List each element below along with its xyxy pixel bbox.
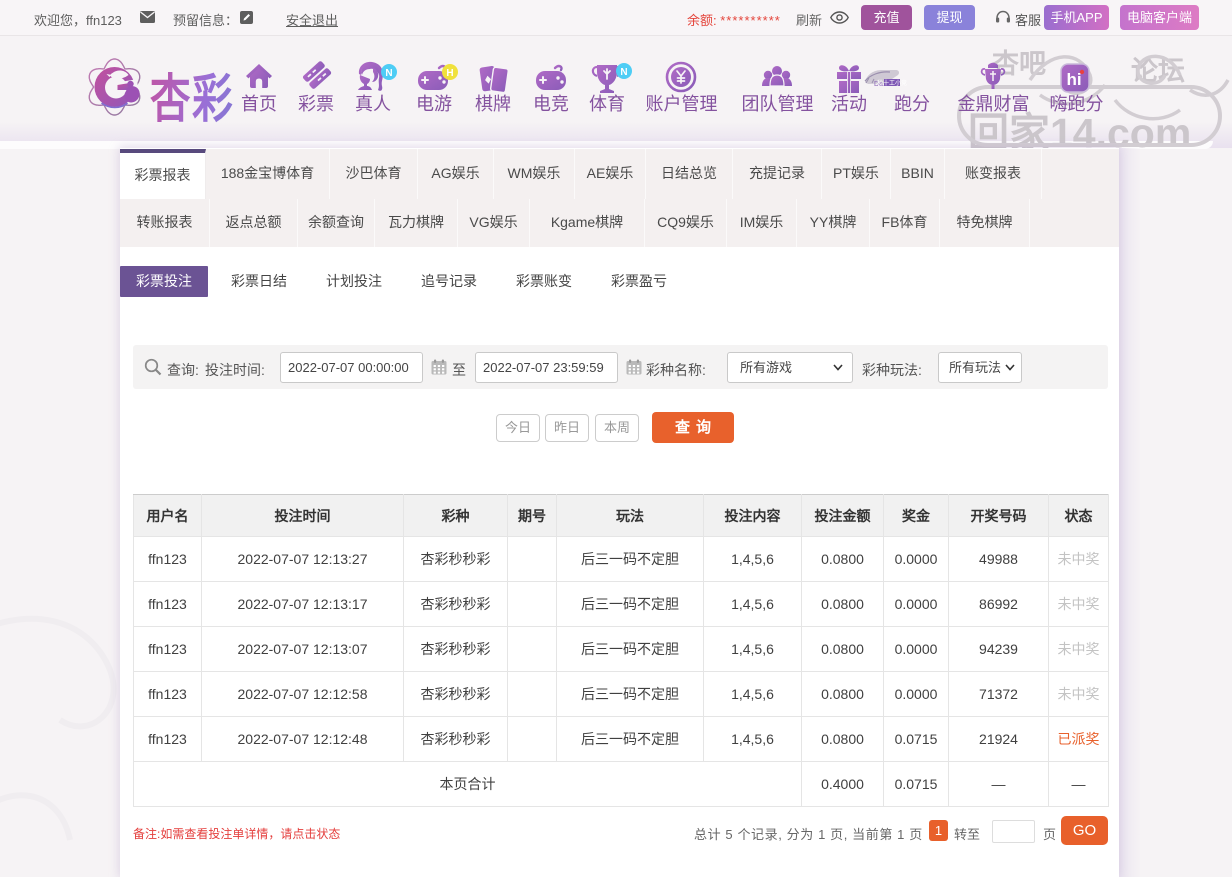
- svg-text:N: N: [620, 67, 627, 78]
- svg-text:N: N: [385, 68, 392, 79]
- svg-text:秒十工小竞: 秒十工小竞: [877, 79, 907, 87]
- svg-text:hi: hi: [1066, 70, 1081, 89]
- svg-text:H: H: [446, 68, 453, 79]
